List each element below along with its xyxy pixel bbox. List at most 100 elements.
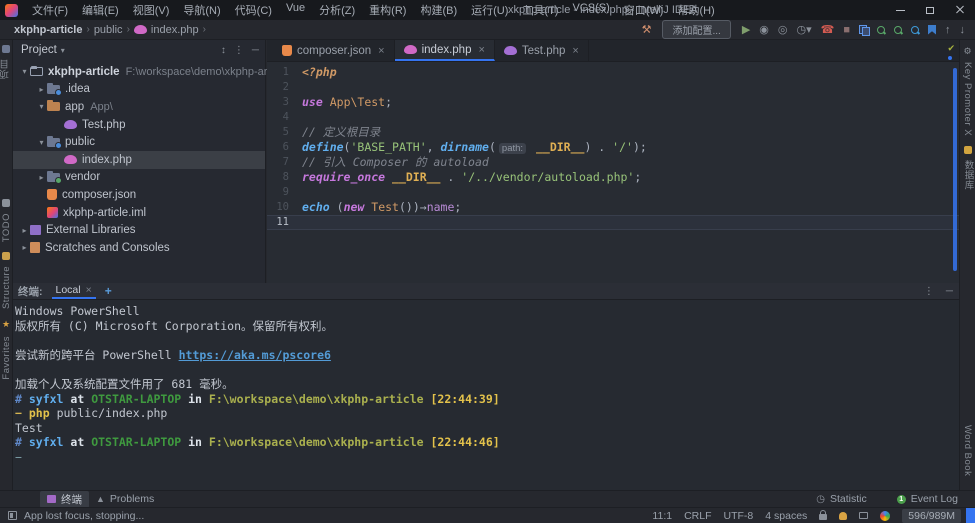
- status-item[interactable]: 11:1: [652, 510, 672, 522]
- code-editor[interactable]: 1<?php23use App\Test;45// 定义根目录6define('…: [267, 65, 959, 283]
- tree-item-test.php[interactable]: Test.php: [13, 116, 265, 134]
- build-hammer-icon[interactable]: ⚒: [642, 24, 652, 36]
- code-line-4[interactable]: 4: [267, 110, 959, 125]
- status-item[interactable]: CRLF: [684, 510, 711, 522]
- stripe-button-数据库[interactable]: 数据库: [961, 146, 975, 190]
- code-line-3[interactable]: 3use App\Test;: [267, 95, 959, 110]
- stripe-button-favorites[interactable]: ★Favorites: [1, 319, 12, 380]
- options-icon[interactable]: ⋮: [234, 45, 244, 56]
- terminal-hide-icon[interactable]: ─: [946, 286, 953, 297]
- tree-chevron-icon[interactable]: ▾: [19, 67, 30, 76]
- search-everywhere-button-icon[interactable]: [877, 26, 885, 34]
- tab-test.php[interactable]: Test.php×: [495, 40, 589, 61]
- editor-scrollbar[interactable]: [953, 68, 957, 271]
- highlighting-level-icon[interactable]: [859, 512, 868, 519]
- code-line-11[interactable]: 11: [267, 215, 959, 230]
- code-line-5[interactable]: 5// 定义根目录: [267, 125, 959, 140]
- code-line-2[interactable]: 2: [267, 80, 959, 95]
- stripe-button-项目[interactable]: 项目: [0, 45, 13, 79]
- hide-panel-icon[interactable]: ─: [252, 45, 259, 56]
- code-line-6[interactable]: 6define('BASE_PATH', dirname(path: __DIR…: [267, 140, 959, 155]
- minimize-button[interactable]: [885, 0, 915, 20]
- menu-item[interactable]: 编辑(E): [75, 0, 126, 20]
- code-line-7[interactable]: 7// 引入 Composer 的 autoload: [267, 155, 959, 170]
- terminal-output[interactable]: Windows PowerShell版权所有 (C) Microsoft Cor…: [13, 300, 959, 465]
- status-item[interactable]: 4 spaces: [765, 510, 807, 522]
- menu-item[interactable]: 重构(R): [362, 0, 413, 20]
- menu-item[interactable]: 构建(B): [413, 0, 464, 20]
- code-line-9[interactable]: 9: [267, 185, 959, 200]
- tree-item-xkphp-article.iml[interactable]: xkphp-article.iml: [13, 204, 265, 222]
- notifications-icon[interactable]: [839, 512, 847, 520]
- coverage-button-icon[interactable]: ◎: [778, 24, 788, 36]
- close-icon[interactable]: ×: [478, 44, 484, 56]
- menu-item[interactable]: Vue: [279, 0, 312, 20]
- stop-button-icon[interactable]: ■: [843, 24, 850, 36]
- tree-item-vendor[interactable]: ▸vendor: [13, 169, 265, 187]
- lock-icon[interactable]: [819, 514, 827, 520]
- code-line-10[interactable]: 10echo (new Test())→name;: [267, 200, 959, 215]
- stripe-button-todo[interactable]: TODO: [1, 199, 12, 242]
- close-icon[interactable]: ×: [86, 284, 92, 296]
- menu-item[interactable]: 导航(N): [176, 0, 227, 20]
- maximize-button[interactable]: [915, 0, 945, 20]
- terminal-tab-local[interactable]: Local ×: [52, 283, 96, 299]
- tree-item-app[interactable]: ▾appApp\: [13, 98, 265, 116]
- run-button-icon[interactable]: ▶: [742, 24, 750, 36]
- replace-button-icon[interactable]: [894, 26, 902, 34]
- stripe-button-structure[interactable]: Structure: [1, 252, 12, 309]
- code-line-8[interactable]: 8require_once __DIR__ . '/../vendor/auto…: [267, 170, 959, 185]
- translate-g-icon[interactable]: [880, 511, 890, 521]
- tab-composer.json[interactable]: composer.json×: [273, 40, 395, 61]
- tab-index.php[interactable]: index.php×: [395, 40, 495, 61]
- find-button-icon[interactable]: [911, 26, 919, 34]
- tree-chevron-icon[interactable]: ▾: [36, 102, 47, 111]
- tree-chevron-icon[interactable]: ▸: [36, 85, 47, 94]
- project-view-selector[interactable]: Project: [21, 44, 57, 56]
- tree-item-external-libraries[interactable]: ▸External Libraries: [13, 221, 265, 239]
- close-icon[interactable]: ×: [572, 45, 578, 57]
- tree-item-public[interactable]: ▾public: [13, 133, 265, 151]
- code-line-1[interactable]: 1<?php: [267, 65, 959, 80]
- nav-up-button-icon[interactable]: ↑: [945, 24, 951, 36]
- run-config-select[interactable]: 添加配置...: [662, 20, 730, 39]
- memory-indicator[interactable]: 596/989M: [902, 509, 961, 523]
- toolwindow-toggle-icon[interactable]: [8, 511, 17, 520]
- toolwindow-button-problems[interactable]: ▲Problems: [89, 492, 161, 506]
- breadcrumb-item[interactable]: xkphp-article: [14, 24, 82, 36]
- tree-item-scratches-and-consoles[interactable]: ▸Scratches and Consoles: [13, 239, 265, 257]
- menu-item[interactable]: 文件(F): [25, 0, 75, 20]
- tree-chevron-icon[interactable]: ▸: [19, 243, 30, 252]
- bookmark-button-icon[interactable]: [928, 25, 936, 35]
- tree-chevron-icon[interactable]: ▸: [36, 173, 47, 182]
- debug-button-icon[interactable]: ◉: [759, 24, 769, 36]
- toolwindow-button-statistic[interactable]: ◷Statistic: [809, 492, 874, 506]
- tree-item-composer.json[interactable]: composer.json: [13, 186, 265, 204]
- close-icon[interactable]: ×: [378, 45, 384, 57]
- tree-item-index.php[interactable]: index.php: [13, 151, 265, 169]
- inspections-ok-icon[interactable]: ✔: [947, 43, 955, 54]
- attach-debugger-button-icon[interactable]: ☎: [821, 24, 835, 36]
- toolwindow-button-终端[interactable]: 终端: [40, 491, 89, 508]
- menu-item[interactable]: 代码(C): [228, 0, 279, 20]
- close-button[interactable]: [945, 0, 975, 20]
- tree-chevron-icon[interactable]: ▾: [36, 138, 47, 147]
- stripe-button-word-book[interactable]: Word Book: [962, 425, 973, 476]
- breadcrumb-item[interactable]: index.php: [151, 24, 199, 36]
- new-terminal-button[interactable]: +: [105, 284, 112, 298]
- profiler-button-icon[interactable]: ◷▾: [797, 24, 812, 36]
- resize-grip[interactable]: [966, 508, 975, 523]
- tree-chevron-icon[interactable]: ▸: [19, 226, 30, 235]
- menu-item[interactable]: 视图(V): [126, 0, 177, 20]
- tree-item-xkphp-article[interactable]: ▾xkphp-articleF:\workspace\demo\xkphp-ar…: [13, 63, 265, 81]
- expand-icon[interactable]: ↕: [221, 45, 226, 56]
- breadcrumb-item[interactable]: public: [94, 24, 123, 36]
- terminal-options-icon[interactable]: ⋮: [924, 286, 934, 297]
- nav-down-button-icon[interactable]: ↓: [960, 24, 966, 36]
- stripe-button-key-promoter-x[interactable]: ⚙Key Promoter X: [962, 46, 973, 136]
- status-item[interactable]: UTF-8: [724, 510, 754, 522]
- tree-item-.idea[interactable]: ▸.idea: [13, 81, 265, 99]
- copy-action-icon[interactable]: [859, 25, 868, 34]
- menu-item[interactable]: 分析(Z): [312, 0, 362, 20]
- toolwindow-button-event-log[interactable]: 1Event Log: [890, 492, 965, 506]
